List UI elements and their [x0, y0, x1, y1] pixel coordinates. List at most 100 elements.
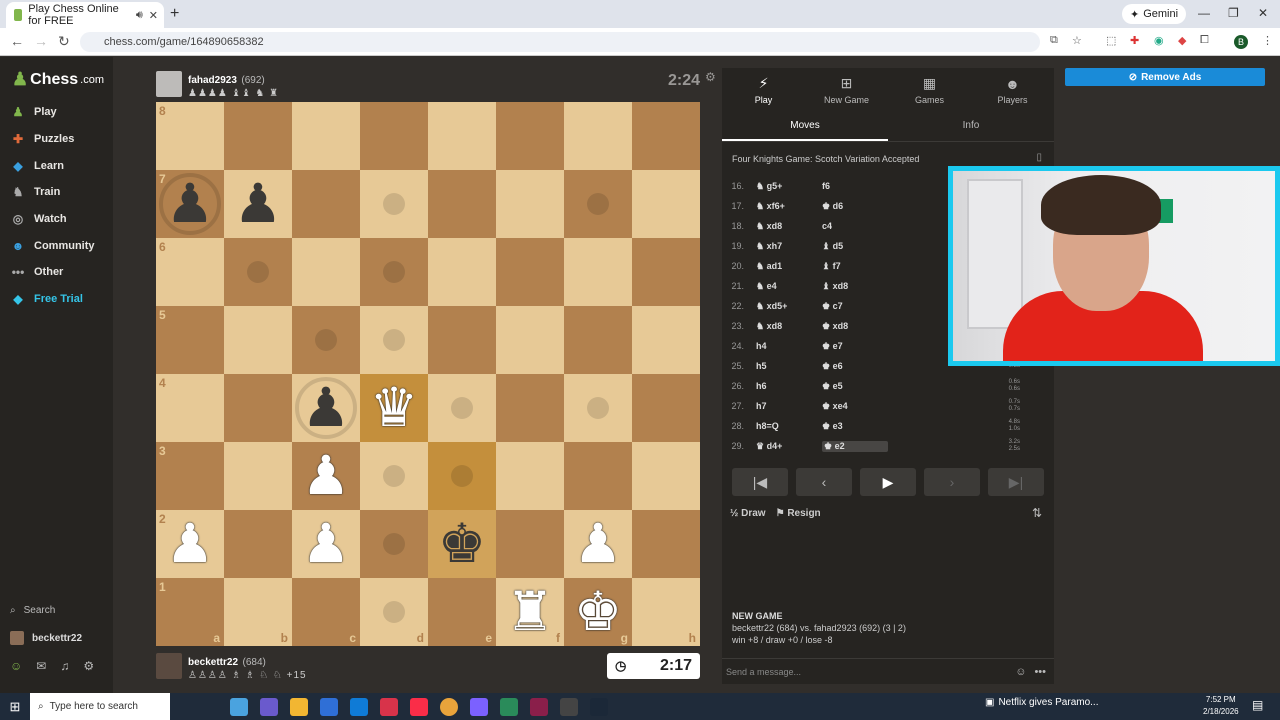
square-e5[interactable] — [428, 306, 496, 374]
square-e1[interactable]: e — [428, 578, 496, 646]
url-field[interactable]: chess.com/game/164890658382 — [80, 32, 1040, 52]
square-e6[interactable] — [428, 238, 496, 306]
bottom-player-name[interactable]: beckettr22 — [188, 657, 238, 668]
notification-icon[interactable]: ▤ — [1252, 698, 1263, 712]
windows-start-icon[interactable]: ⊞ — [0, 699, 30, 715]
app-icon[interactable] — [380, 697, 398, 716]
square-d2[interactable] — [360, 510, 428, 578]
friends-icon[interactable]: ☺ — [10, 659, 22, 673]
sidebar-item-community[interactable]: ☻ Community — [10, 239, 95, 253]
move-hint[interactable] — [383, 533, 405, 555]
tab-players[interactable]: ☻ Players — [971, 68, 1054, 112]
next-move-button[interactable]: › — [924, 468, 980, 496]
move-hint[interactable] — [451, 397, 473, 419]
square-h2[interactable] — [632, 510, 700, 578]
square-h5[interactable] — [632, 306, 700, 374]
sidebar-search[interactable]: ⌕ Search — [10, 605, 55, 616]
square-b4[interactable] — [224, 374, 292, 442]
white-pawn-icon[interactable]: ♟ — [574, 517, 622, 571]
puzzle-extensions-icon[interactable]: ⧠ — [1200, 34, 1209, 47]
square-g7[interactable] — [564, 170, 632, 238]
square-d6[interactable] — [360, 238, 428, 306]
square-c2[interactable]: ♟ — [292, 510, 360, 578]
install-icon[interactable]: ⧉ — [1050, 34, 1058, 47]
sidebar-item-puzzles[interactable]: ✚ Puzzles — [10, 132, 74, 146]
black-move[interactable]: ♚ e3 — [822, 421, 888, 432]
steam-icon[interactable] — [590, 697, 608, 716]
white-pawn-icon[interactable]: ♟ — [302, 517, 350, 571]
chess-board[interactable]: 8 7 ♟ ♟ 6 5 4 ♟ ♛ 3 ♟ 2 ♟ ♟ ♚ ♟ 1 a b c … — [156, 102, 700, 646]
more-options-icon[interactable]: ••• — [1034, 666, 1046, 678]
move-hint[interactable] — [587, 397, 609, 419]
first-move-button[interactable]: |◀ — [732, 468, 788, 496]
extension-icon[interactable]: ✚ — [1130, 34, 1139, 47]
sidebar-item-watch[interactable]: ◎ Watch — [10, 212, 67, 226]
white-king-icon[interactable]: ♚ — [574, 585, 622, 639]
square-d8[interactable] — [360, 102, 428, 170]
square-h3[interactable] — [632, 442, 700, 510]
tab-new-game[interactable]: ⊞ New Game — [805, 68, 888, 112]
square-d1[interactable]: d — [360, 578, 428, 646]
square-b2[interactable] — [224, 510, 292, 578]
draw-button[interactable]: ½ Draw — [730, 508, 766, 519]
square-g8[interactable] — [564, 102, 632, 170]
gemini-button[interactable]: ✦ Gemini — [1122, 4, 1187, 24]
flip-board-icon[interactable]: ⇅ — [1032, 506, 1042, 520]
square-c6[interactable] — [292, 238, 360, 306]
square-c5[interactable] — [292, 306, 360, 374]
minimize-icon[interactable]: — — [1198, 6, 1210, 20]
square-g1[interactable]: ♚ g — [564, 578, 632, 646]
reload-icon[interactable]: ↻ — [58, 33, 70, 50]
square-a2[interactable]: 2 ♟ — [156, 510, 224, 578]
white-move[interactable]: ♞ xd8 — [756, 221, 822, 232]
square-e7[interactable] — [428, 170, 496, 238]
music-app-icon[interactable] — [410, 697, 428, 716]
white-move[interactable]: ♞ xf6+ — [756, 201, 822, 212]
square-d7[interactable] — [360, 170, 428, 238]
black-move[interactable]: c4 — [822, 221, 888, 231]
square-d3[interactable] — [360, 442, 428, 510]
tab-games[interactable]: ▦ Games — [888, 68, 971, 112]
move-hint[interactable] — [383, 601, 405, 623]
square-e3[interactable] — [428, 442, 496, 510]
square-a7[interactable]: 7 ♟ — [156, 170, 224, 238]
remove-ads-button[interactable]: ⊘ Remove Ads — [1065, 68, 1265, 86]
square-e8[interactable] — [428, 102, 496, 170]
white-move[interactable]: h8=Q — [756, 421, 822, 431]
white-pawn-icon[interactable]: ♟ — [302, 449, 350, 503]
square-h7[interactable] — [632, 170, 700, 238]
black-move[interactable]: ♚ e2 — [822, 440, 888, 452]
black-move[interactable]: ♚ c7 — [822, 301, 888, 312]
avatar[interactable] — [156, 653, 182, 679]
square-c8[interactable] — [292, 102, 360, 170]
task-view-icon[interactable] — [230, 697, 248, 716]
square-f5[interactable] — [496, 306, 564, 374]
move-hint[interactable] — [587, 193, 609, 215]
sidebar-item-other[interactable]: ••• Other — [10, 265, 64, 279]
black-move[interactable]: ♝ f7 — [822, 261, 888, 272]
square-a4[interactable]: 4 — [156, 374, 224, 442]
square-f7[interactable] — [496, 170, 564, 238]
black-move[interactable]: ♚ d6 — [822, 201, 888, 212]
square-b7[interactable]: ♟ — [224, 170, 292, 238]
close-window-icon[interactable]: ✕ — [1258, 6, 1268, 20]
white-move[interactable]: h5 — [756, 361, 822, 371]
news-widget[interactable]: ▣ Netflix gives Paramo... — [985, 697, 1099, 708]
square-c3[interactable]: ♟ — [292, 442, 360, 510]
sidebar-item-learn[interactable]: ◆ Learn — [10, 159, 64, 173]
square-d5[interactable] — [360, 306, 428, 374]
app-icon[interactable] — [500, 697, 518, 716]
forward-icon[interactable]: → — [34, 33, 48, 49]
black-move[interactable]: ♝ d5 — [822, 241, 888, 252]
square-b1[interactable]: b — [224, 578, 292, 646]
square-g2[interactable]: ♟ — [564, 510, 632, 578]
white-move[interactable]: ♞ xd8 — [756, 321, 822, 332]
book-icon[interactable]: ▯ — [1036, 152, 1042, 163]
tab-moves[interactable]: Moves — [722, 112, 888, 141]
black-move[interactable]: ♚ xe4 — [822, 401, 888, 412]
white-move[interactable]: ♛ d4+ — [756, 441, 822, 452]
black-move[interactable]: ♚ e5 — [822, 381, 888, 392]
taskbar-search[interactable]: ⌕ Type here to search — [30, 693, 170, 720]
move-hint[interactable] — [383, 261, 405, 283]
square-a5[interactable]: 5 — [156, 306, 224, 374]
